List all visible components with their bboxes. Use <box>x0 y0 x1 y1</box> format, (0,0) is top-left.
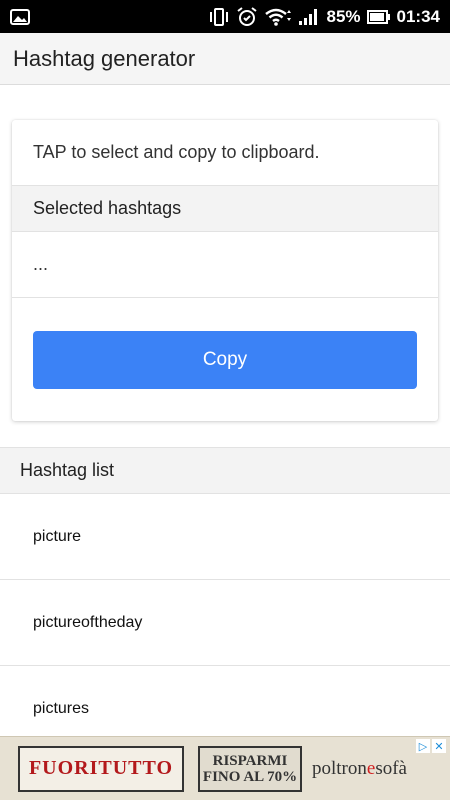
vibrate-icon <box>208 7 230 27</box>
battery-percent: 85% <box>326 6 361 26</box>
page-title: Hashtag generator <box>13 45 196 71</box>
ad-offer-line2: FINO AL 70% <box>202 768 298 785</box>
selected-hashtags-header: Selected hashtags <box>12 185 438 232</box>
ad-choices[interactable]: ▷ ✕ <box>416 739 446 753</box>
ad-headline[interactable]: FUORITUTTO <box>18 745 184 792</box>
hashtag-item-picture[interactable]: picture <box>0 494 450 580</box>
ad-brand-part2: sofà <box>375 757 407 779</box>
battery-icon <box>366 9 391 25</box>
ad-brand-logo[interactable]: poltronesofà <box>312 758 407 780</box>
ad-choices-play-icon[interactable]: ▷ <box>416 739 430 753</box>
ad-offer-line1: RISPARMI <box>212 752 288 769</box>
clock: 01:34 <box>396 6 440 26</box>
signal-icon <box>298 8 320 26</box>
ad-close-icon[interactable]: ✕ <box>432 739 446 753</box>
hashtag-list-header: Hashtag list <box>0 447 450 494</box>
ad-offer[interactable]: RISPARMI FINO AL 70% <box>198 745 302 792</box>
ad-brand-part1: poltron <box>312 757 367 779</box>
wifi-icon <box>264 7 292 27</box>
hashtag-item-pictureoftheday[interactable]: pictureoftheday <box>0 580 450 666</box>
app-bar: Hashtag generator <box>0 33 450 85</box>
ad-banner[interactable]: FUORITUTTO RISPARMI FINO AL 70% poltrone… <box>0 736 450 800</box>
alarm-icon <box>236 6 258 28</box>
instruction-text: TAP to select and copy to clipboard. <box>33 142 320 162</box>
gallery-notification-icon <box>10 8 30 25</box>
hashtag-list: picture pictureoftheday pictures <box>0 494 450 752</box>
copy-button[interactable]: Copy <box>33 331 417 389</box>
selection-card: TAP to select and copy to clipboard. Sel… <box>12 120 438 421</box>
status-bar: 85% 01:34 <box>0 0 450 33</box>
selected-hashtags-value[interactable]: ... <box>12 232 438 298</box>
